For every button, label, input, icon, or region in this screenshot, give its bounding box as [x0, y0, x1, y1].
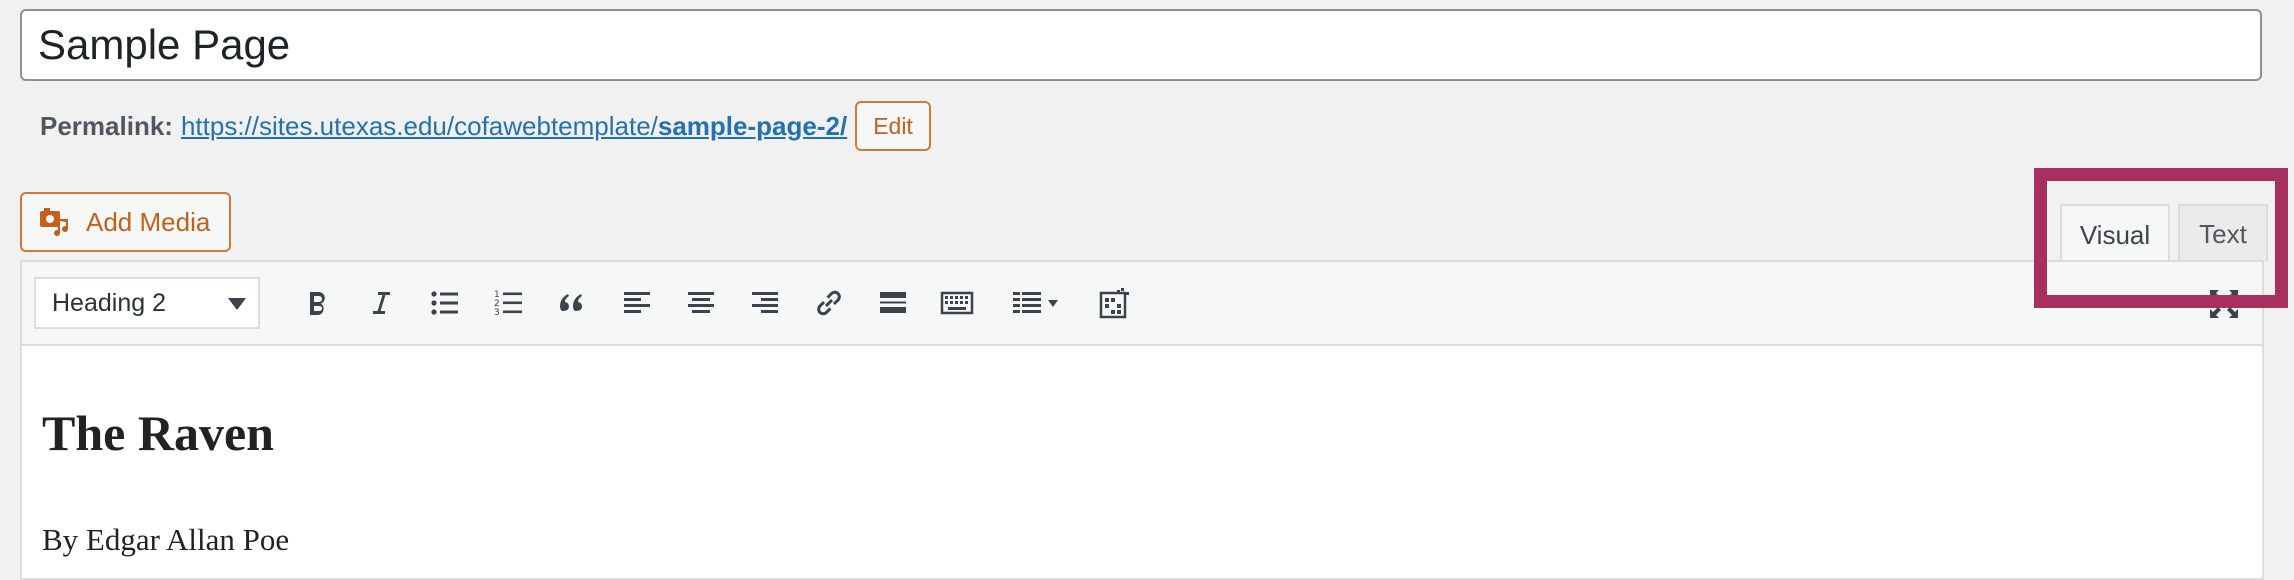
content-byline: By Edgar Allan Poe: [42, 522, 290, 557]
format-select-value: Heading 2: [52, 288, 166, 317]
title-input[interactable]: Sample Page: [20, 9, 2262, 81]
link-icon[interactable]: [802, 275, 856, 331]
permalink-link[interactable]: https://sites.utexas.edu/cofawebtemplate…: [181, 111, 847, 142]
permalink-url-prefix: https://sites.utexas.edu/cofawebtemplate…: [180, 110, 658, 141]
align-right-icon[interactable]: [738, 275, 792, 331]
blockquote-icon[interactable]: [546, 275, 600, 331]
permalink-label: Permalink:: [40, 110, 173, 141]
edit-permalink-button[interactable]: Edit: [855, 101, 931, 151]
permalink-row: Permalink: https://sites.utexas.edu/cofa…: [40, 100, 931, 152]
fullscreen-icon[interactable]: [2204, 284, 2244, 324]
plugin-grid-icon[interactable]: [1088, 275, 1142, 331]
editor-toolbar: Heading 2 123: [22, 262, 2262, 346]
media-icon: [38, 205, 72, 239]
bold-icon[interactable]: [290, 275, 344, 331]
align-left-icon[interactable]: [610, 275, 664, 331]
italic-icon[interactable]: [354, 275, 408, 331]
align-center-icon[interactable]: [674, 275, 728, 331]
table-icon[interactable]: [1000, 275, 1070, 331]
add-media-button[interactable]: Add Media: [20, 192, 231, 252]
editor: Heading 2 123 The Raven By Edgar Allan P…: [20, 260, 2264, 580]
permalink-url-slug: sample-page-2/: [657, 110, 848, 141]
add-media-label: Add Media: [86, 206, 211, 237]
svg-text:3: 3: [494, 308, 500, 318]
numbered-list-icon[interactable]: 123: [482, 275, 536, 331]
read-more-icon[interactable]: [866, 275, 920, 331]
content-heading: The Raven: [42, 405, 274, 461]
bullet-list-icon[interactable]: [418, 275, 472, 331]
format-select[interactable]: Heading 2: [34, 277, 260, 329]
chevron-down-icon: [228, 298, 246, 310]
tab-text[interactable]: Text: [2178, 204, 2268, 262]
tab-visual[interactable]: Visual: [2060, 204, 2170, 264]
toolbar-toggle-icon[interactable]: [930, 275, 984, 331]
